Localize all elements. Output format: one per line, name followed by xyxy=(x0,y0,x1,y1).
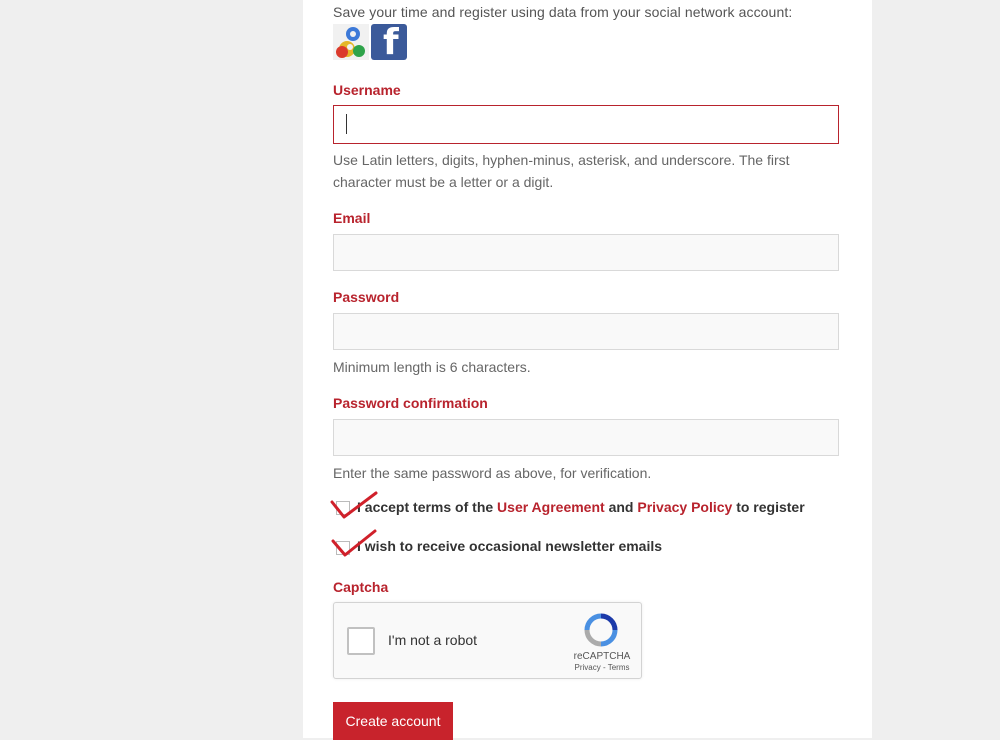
password-hint: Minimum length is 6 characters. xyxy=(333,359,531,375)
red-check-annotation-icon xyxy=(330,491,378,519)
social-login-buttons: f xyxy=(333,24,407,60)
newsletter-label: I wish to receive occasional newsletter … xyxy=(357,538,663,554)
facebook-glyph: f xyxy=(383,24,399,61)
privacy-policy-link[interactable]: Privacy Policy xyxy=(637,499,732,515)
username-input[interactable] xyxy=(333,105,839,144)
red-check-annotation-icon xyxy=(331,529,377,557)
terms-text-and: and xyxy=(604,499,638,515)
terms-label: I accept terms of the User Agreement and… xyxy=(357,499,805,515)
text-caret xyxy=(346,114,347,134)
password-input[interactable] xyxy=(333,313,839,350)
user-agreement-link[interactable]: User Agreement xyxy=(497,499,605,515)
terms-text-post: to register xyxy=(732,499,805,515)
terms-text-pre: I accept terms of the xyxy=(357,499,498,515)
recaptcha-privacy-terms-link[interactable]: Privacy - Terms xyxy=(570,663,634,672)
facebook-icon[interactable]: f xyxy=(371,24,407,60)
email-input[interactable] xyxy=(333,234,839,271)
recaptcha-logo-icon xyxy=(584,613,618,647)
captcha-label: Captcha xyxy=(333,579,389,595)
create-account-button[interactable]: Create account xyxy=(333,702,453,740)
recaptcha-widget: I'm not a robot reCAPTCHA Privacy - Term… xyxy=(333,602,642,679)
password-confirmation-input[interactable] xyxy=(333,419,839,456)
email-label: Email xyxy=(333,210,371,226)
recaptcha-checkbox[interactable] xyxy=(347,627,375,655)
password-confirmation-label: Password confirmation xyxy=(333,395,488,411)
password-label: Password xyxy=(333,289,400,305)
username-label: Username xyxy=(333,82,401,98)
recaptcha-brand: reCAPTCHA xyxy=(573,651,631,662)
social-intro-text: Save your time and register using data f… xyxy=(333,4,793,20)
password-confirmation-hint: Enter the same password as above, for ve… xyxy=(333,465,652,481)
recaptcha-text: I'm not a robot xyxy=(388,632,478,648)
username-hint: Use Latin letters, digits, hyphen-minus,… xyxy=(333,152,790,190)
google-icon[interactable] xyxy=(333,24,369,60)
